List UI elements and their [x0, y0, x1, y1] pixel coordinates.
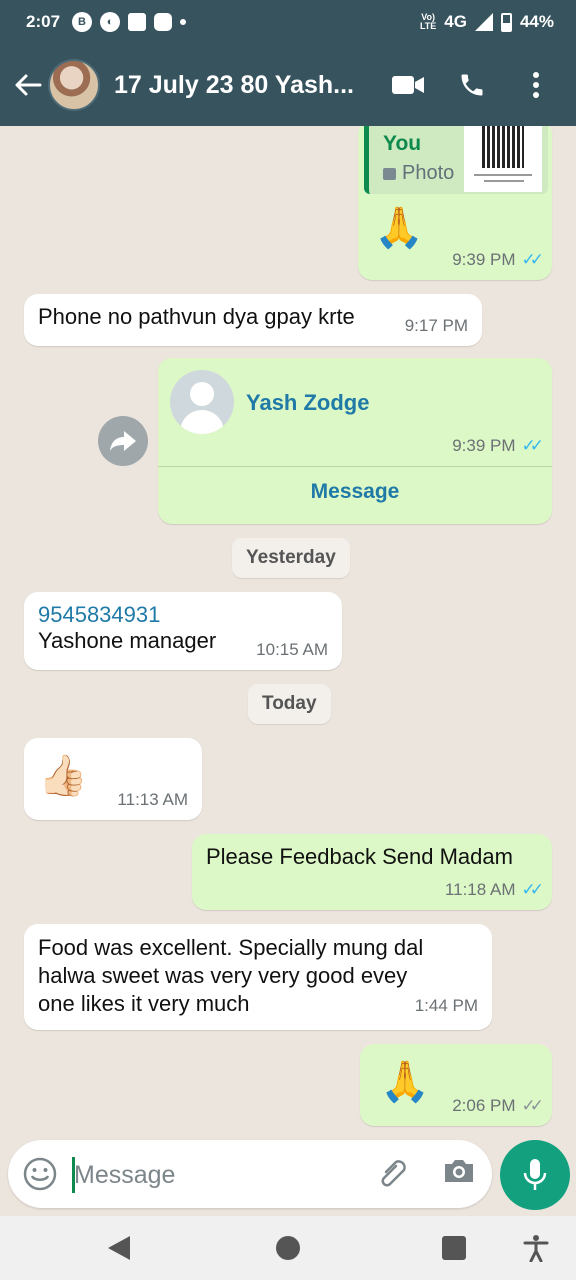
thumb-text-line: [474, 174, 532, 176]
delivered-ticks-icon: ✓✓: [521, 1096, 544, 1115]
back-arrow-icon[interactable]: [6, 63, 50, 107]
message-time: 9:39 PM: [452, 436, 516, 455]
message-incoming[interactable]: 👍🏻 11:13 AM: [24, 738, 202, 820]
message-time: 1:44 PM: [414, 996, 478, 1015]
video-call-icon[interactable]: [388, 65, 428, 105]
message-meta: 11:18 AM ✓✓: [444, 880, 544, 900]
message-outgoing[interactable]: 🙏 2:06 PM ✓✓: [360, 1044, 552, 1126]
message-time: 9:39 PM: [452, 250, 516, 269]
more-notifications-dot: [180, 19, 187, 25]
card-divider: [158, 466, 552, 467]
attach-icon[interactable]: [376, 1156, 412, 1192]
quoted-message[interactable]: You Photo: [364, 126, 548, 194]
message-text: Phone no pathvun dya gpay krte: [38, 304, 355, 329]
message-meta: 9:17 PM: [405, 316, 468, 336]
quote-type: Photo: [383, 162, 454, 185]
battery-icon: [500, 12, 512, 32]
b-app-icon: B: [72, 12, 93, 32]
message-time: 2:06 PM: [452, 1096, 516, 1115]
message-composer[interactable]: Message: [8, 1140, 492, 1208]
forward-icon[interactable]: [98, 416, 148, 466]
thumb-text-line: [484, 180, 524, 182]
message-meta: 2:06 PM ✓✓: [452, 1096, 544, 1116]
qr-code-thumbnail: [464, 126, 542, 192]
system-nav-bar: [0, 1216, 576, 1280]
message-time: 11:13 AM: [117, 790, 188, 809]
qr-code-icon: [482, 126, 524, 168]
read-ticks-icon: ✓✓: [521, 436, 544, 455]
read-ticks-icon: ✓✓: [521, 250, 544, 269]
message-incoming[interactable]: Food was excellent. Specially mung dal h…: [24, 924, 492, 1030]
microphone-icon: [523, 1159, 547, 1190]
nav-recents-icon[interactable]: [442, 1236, 466, 1260]
chat-header: 17 July 23 80 Yash...: [0, 44, 576, 126]
camera-icon[interactable]: [442, 1156, 478, 1192]
notification-icons: B ◐: [72, 12, 187, 32]
youtube-icon: [154, 13, 173, 31]
accessibility-icon[interactable]: [522, 1234, 550, 1263]
contact-card-name[interactable]: Yash Zodge: [246, 390, 369, 416]
quote-author: You: [383, 132, 422, 155]
signal-icon: [474, 13, 493, 31]
message-meta: 1:44 PM: [415, 992, 478, 1020]
emoji-icon[interactable]: [22, 1156, 58, 1192]
message-meta: 9:39 PM ✓✓: [452, 250, 544, 270]
thumbs-up-emoji: 👍🏻: [38, 754, 88, 798]
message-time: 9:17 PM: [404, 316, 468, 335]
battery-level: 44%: [519, 12, 554, 31]
voice-message-button[interactable]: [500, 1140, 570, 1210]
nav-back-icon[interactable]: [108, 1236, 130, 1260]
read-ticks-icon: ✓✓: [521, 880, 544, 899]
message-contact-button[interactable]: Message: [158, 480, 552, 504]
compass-app-icon: ◐: [100, 12, 121, 32]
message-outgoing[interactable]: Please Feedback Send Madam 11:18 AM ✓✓: [192, 834, 552, 910]
folded-hands-emoji: 🙏: [374, 206, 424, 250]
message-text: Food was excellent. Specially mung dal h…: [38, 935, 424, 1016]
quote-type-label: Photo: [402, 162, 455, 184]
message-outgoing[interactable]: You Photo 🙏 9:39 PM ✓✓: [358, 126, 552, 280]
contact-card-avatar: [170, 370, 234, 434]
message-input[interactable]: Message: [74, 1161, 175, 1190]
message-meta: 11:13 AM: [117, 790, 188, 810]
chat-area[interactable]: You Photo 🙏 9:39 PM ✓✓ Phone no pathvun …: [0, 126, 576, 1140]
status-time: 2:07: [26, 12, 61, 31]
folded-hands-emoji: 🙏: [380, 1060, 430, 1104]
message-incoming[interactable]: Phone no pathvun dya gpay krte 9:17 PM: [24, 294, 482, 346]
message-meta: 9:39 PM ✓✓: [452, 436, 544, 456]
nav-home-icon[interactable]: [276, 1236, 300, 1260]
message-time: 10:15 AM: [256, 640, 328, 659]
bag-app-icon: [128, 13, 147, 31]
chat-title[interactable]: 17 July 23 80 Yash...: [114, 71, 364, 100]
status-bar: 2:07 B ◐ Vo) LTE 4G 44%: [0, 0, 576, 44]
phone-number-link[interactable]: 9545834931: [38, 602, 328, 628]
volte-icon: Vo) LTE: [419, 12, 437, 31]
network-type: 4G: [444, 12, 467, 31]
message-time: 11:18 AM: [444, 880, 516, 899]
phone-icon[interactable]: [452, 65, 492, 105]
header-actions: [388, 65, 556, 105]
status-right: Vo) LTE 4G 44%: [420, 12, 554, 32]
date-separator: Yesterday: [232, 538, 350, 578]
message-meta: 10:15 AM: [256, 640, 328, 660]
contact-avatar[interactable]: [48, 59, 100, 111]
message-text: Please Feedback Send Madam: [206, 844, 513, 869]
image-icon: [383, 167, 396, 180]
contact-card-message[interactable]: Yash Zodge 9:39 PM ✓✓ Message: [158, 358, 552, 524]
more-options-icon[interactable]: [516, 65, 556, 105]
date-separator: Today: [248, 684, 331, 724]
message-incoming[interactable]: 9545834931 Yashone manager 10:15 AM: [24, 592, 342, 670]
